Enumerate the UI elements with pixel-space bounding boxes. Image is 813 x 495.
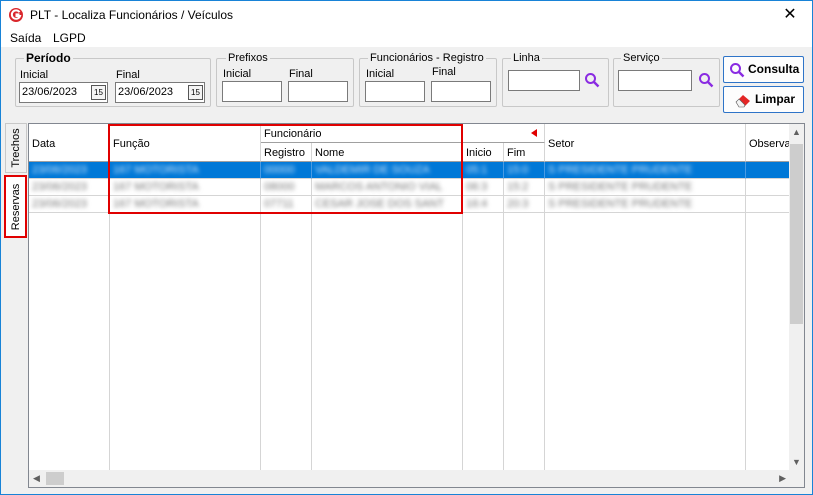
search-icon[interactable] [698,72,714,88]
cell-observacao [746,179,790,196]
main-window: PLT - Localiza Funcionários / Veículos ✕… [0,0,813,495]
cell-observacao [746,162,790,179]
funcionarios-inicial-label: Inicial [366,68,395,80]
collapse-arrow-icon[interactable] [531,129,537,137]
header-data[interactable]: Data [29,124,110,162]
tab-trechos[interactable]: Trechos [5,123,27,173]
calendar-icon[interactable]: 15 [188,85,203,100]
linha-input[interactable] [508,70,580,91]
tab-trechos-label: Trechos [10,128,22,168]
cell-nome: CESAR JOSE DOS SANT [312,196,463,213]
prefixos-inicial-input[interactable] [222,81,282,102]
cell-registro: 00000 [261,162,312,179]
header-nome[interactable]: Nome [312,143,463,162]
scroll-down-icon[interactable]: ▼ [792,457,801,467]
menu-bar: Saída LGPD [1,29,812,47]
consulta-button[interactable]: Consulta [723,56,804,83]
consulta-label: Consulta [748,62,800,76]
menu-saida[interactable]: Saída [10,31,41,45]
cell-data: 23/06/2023 [29,179,110,196]
table-row[interactable]: 23/06/2023 167 MOTORISTA 07711 CESAR JOS… [29,196,790,213]
tab-reservas[interactable]: Reservas [5,176,27,237]
table-row[interactable]: 23/06/2023 167 MOTORISTA 00000 VALDEMIR … [29,162,790,179]
cell-data: 23/06/2023 [29,162,110,179]
tab-reservas-label: Reservas [10,183,22,230]
cell-setor: S PRESIDENTE PRUDENTE [545,162,746,179]
window-title: PLT - Localiza Funcionários / Veículos [30,8,233,22]
cell-fim: 15:2 [504,179,545,196]
header-inicio[interactable]: Inicio [463,143,504,162]
header-observacao[interactable]: Observa [746,124,791,162]
funcionarios-final-label: Final [432,66,456,78]
header-registro[interactable]: Registro [261,143,312,162]
funcionarios-title: Funcionários - Registro [368,52,486,64]
cell-funcao: 167 MOTORISTA [110,196,261,213]
cell-fim: 20:3 [504,196,545,213]
menu-lgpd[interactable]: LGPD [53,31,86,45]
horizontal-scroll-thumb[interactable] [46,472,64,485]
cell-inicio: 06:3 [463,179,504,196]
results-grid[interactable]: Data Função Funcionário Registro Nome In… [28,123,805,488]
cell-nome: MARCOS ANTONIO VIAL [312,179,463,196]
periodo-inicial-date[interactable]: 23/06/2023 15 [19,82,108,103]
funcionarios-final-input[interactable] [431,81,491,102]
vertical-scrollbar[interactable]: ▲ ▼ [789,124,804,470]
cell-setor: S PRESIDENTE PRUDENTE [545,179,746,196]
prefixos-title: Prefixos [226,52,270,64]
periodo-title: Período [24,51,73,65]
search-icon [730,63,745,78]
cell-observacao [746,196,790,213]
periodo-final-date[interactable]: 23/06/2023 15 [115,82,205,103]
cell-inicio: 16:4 [463,196,504,213]
scroll-up-icon[interactable]: ▲ [792,127,801,137]
title-bar: PLT - Localiza Funcionários / Veículos ✕ [1,1,812,29]
cell-nome: VALDEMIR DE SOUZA [312,162,463,179]
header-funcionario: Funcionário [261,124,545,143]
periodo-inicial-label: Inicial [20,69,49,81]
search-icon[interactable] [584,72,600,88]
header-fim[interactable]: Fim [504,143,545,162]
limpar-button[interactable]: Limpar [723,86,804,113]
servico-input[interactable] [618,70,692,91]
cell-fim: 15:0 [504,162,545,179]
scroll-left-icon[interactable]: ◀ [33,473,40,484]
header-funcao[interactable]: Função [110,124,261,162]
header-setor[interactable]: Setor [545,124,746,162]
eraser-icon [735,95,750,108]
calendar-icon[interactable]: 15 [91,85,106,100]
prefixos-final-input[interactable] [288,81,348,102]
cell-setor: S PRESIDENTE PRUDENTE [545,196,746,213]
close-button[interactable]: ✕ [768,1,812,29]
periodo-final-value: 23/06/2023 [118,86,174,98]
linha-title: Linha [511,52,542,64]
grid-header: Data Função Funcionário Registro Nome In… [29,124,791,162]
vertical-scroll-thumb[interactable] [790,144,803,324]
funcionarios-inicial-input[interactable] [365,81,425,102]
scroll-corner [789,470,804,487]
app-logo-icon [9,8,23,22]
scroll-right-icon[interactable]: ▶ [779,473,786,484]
cell-registro: 08000 [261,179,312,196]
horizontal-scrollbar[interactable]: ◀ ▶ [29,470,790,487]
servico-title: Serviço [621,52,662,64]
cell-registro: 07711 [261,196,312,213]
periodo-inicial-value: 23/06/2023 [22,86,78,98]
periodo-final-label: Final [116,69,140,81]
cell-funcao: 167 MOTORISTA [110,179,261,196]
prefixos-inicial-label: Inicial [223,68,252,80]
cell-inicio: 05:1 [463,162,504,179]
prefixos-final-label: Final [289,68,313,80]
limpar-label: Limpar [755,92,796,106]
cell-data: 23/06/2023 [29,196,110,213]
cell-funcao: 167 MOTORISTA [110,162,261,179]
table-row[interactable]: 23/06/2023 167 MOTORISTA 08000 MARCOS AN… [29,179,790,196]
